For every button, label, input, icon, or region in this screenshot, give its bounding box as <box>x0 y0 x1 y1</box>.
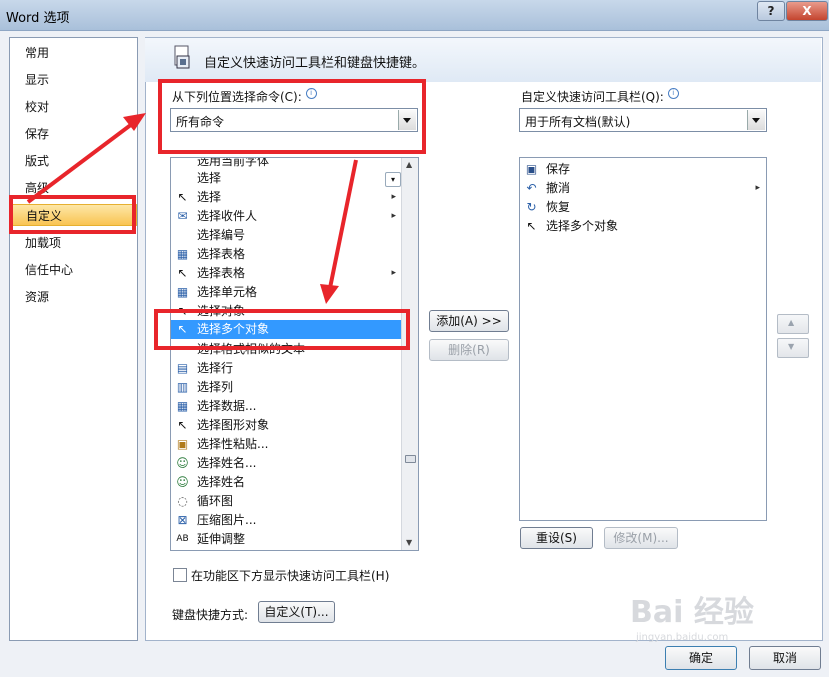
annotation-arrow-1 <box>26 122 134 204</box>
annotation-arrows <box>26 113 358 304</box>
annotation-arrow-2 <box>328 159 358 289</box>
annotation-arrow-2-head <box>320 284 339 304</box>
